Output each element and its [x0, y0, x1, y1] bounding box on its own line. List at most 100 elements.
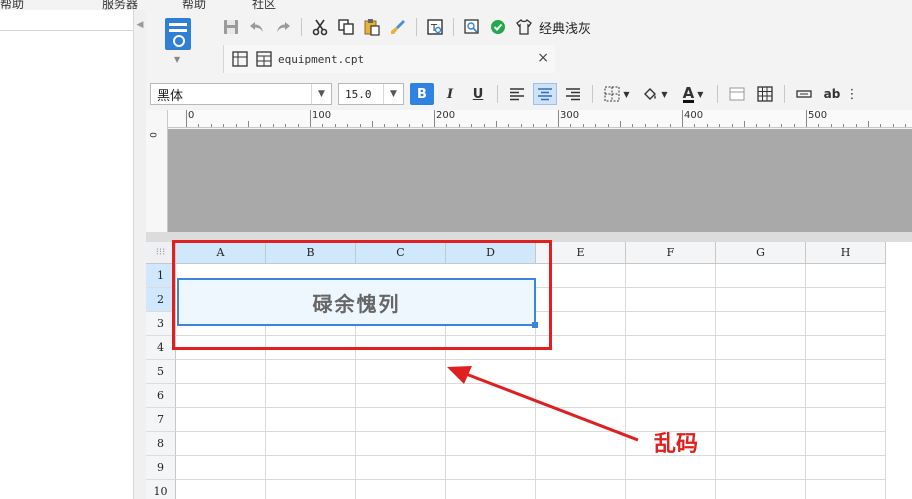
text-field-icon[interactable] — [792, 83, 816, 105]
sheet-cell[interactable] — [536, 432, 626, 456]
sheet-cell[interactable] — [806, 264, 886, 288]
sheet-cell[interactable] — [536, 480, 626, 499]
sheet-cell[interactable] — [356, 360, 446, 384]
theme-label[interactable]: 经典浅灰 — [539, 18, 591, 37]
sheet-cell[interactable] — [356, 408, 446, 432]
save-icon[interactable] — [220, 16, 242, 38]
sheet-cell[interactable] — [266, 408, 356, 432]
column-header-g[interactable]: G — [716, 242, 806, 264]
row-header-5[interactable]: 5 — [146, 360, 176, 384]
sheet-cell[interactable] — [716, 336, 806, 360]
collapse-sidebar-icon[interactable]: ◀ — [134, 17, 146, 33]
sheet-cell[interactable] — [806, 384, 886, 408]
sheet-cell[interactable] — [716, 384, 806, 408]
fill-color-icon[interactable]: ▼ — [638, 83, 672, 105]
sheet-cell[interactable] — [446, 456, 536, 480]
sheet-cell[interactable] — [446, 360, 536, 384]
sheet-cell[interactable] — [356, 456, 446, 480]
check-icon[interactable] — [487, 16, 509, 38]
sheet-cell[interactable] — [806, 336, 886, 360]
cell-style-icon[interactable] — [725, 83, 749, 105]
sheet-cell[interactable] — [356, 384, 446, 408]
sheet-cell[interactable] — [266, 384, 356, 408]
sheet-cell[interactable] — [806, 432, 886, 456]
border-icon[interactable]: ▼ — [600, 83, 634, 105]
sheet-cell[interactable] — [356, 480, 446, 499]
copy-icon[interactable] — [335, 16, 357, 38]
sheet-cell[interactable] — [176, 408, 266, 432]
sheet-cell[interactable] — [536, 456, 626, 480]
sheet-cell[interactable] — [446, 432, 536, 456]
menu-item[interactable]: 服务器 — [102, 0, 138, 10]
format-painter-icon[interactable] — [387, 16, 409, 38]
sheet-cell[interactable] — [626, 312, 716, 336]
row-header-9[interactable]: 9 — [146, 456, 176, 480]
sheet-cell[interactable] — [446, 384, 536, 408]
sheet-cell[interactable] — [446, 408, 536, 432]
sheet-cell[interactable] — [626, 480, 716, 499]
tab-equipment[interactable]: equipment.cpt × — [223, 45, 555, 73]
sheet-cell[interactable] — [806, 456, 886, 480]
theme-shirt-icon[interactable] — [513, 16, 535, 38]
cut-icon[interactable] — [309, 16, 331, 38]
column-header-f[interactable]: F — [626, 242, 716, 264]
sheet-cell[interactable] — [536, 360, 626, 384]
sheet-cell[interactable] — [806, 480, 886, 499]
bold-button[interactable]: B — [410, 83, 434, 105]
sheet-cell[interactable] — [176, 432, 266, 456]
align-center-icon[interactable] — [533, 83, 557, 105]
sheet-cell[interactable] — [356, 432, 446, 456]
menu-item[interactable]: 社区 — [252, 0, 276, 10]
font-family-select[interactable]: 黑体 ▼ — [150, 83, 332, 105]
sheet-cell[interactable] — [626, 360, 716, 384]
new-template-button[interactable]: ▼ — [162, 18, 194, 66]
font-size-select[interactable]: 15.0 ▼ — [338, 83, 404, 105]
align-right-icon[interactable] — [561, 83, 585, 105]
menu-item[interactable]: 帮助 — [0, 0, 24, 10]
sheet-cell[interactable] — [716, 312, 806, 336]
sheet-cell[interactable] — [806, 312, 886, 336]
sheet-cell[interactable] — [716, 456, 806, 480]
menu-item[interactable]: 帮助 — [182, 0, 206, 10]
sheet-cell[interactable] — [266, 456, 356, 480]
sheet-cell[interactable] — [806, 288, 886, 312]
template-preview-icon[interactable]: T — [424, 16, 446, 38]
row-header-8[interactable]: 8 — [146, 432, 176, 456]
search-preview-icon[interactable] — [461, 16, 483, 38]
sheet-cell[interactable] — [626, 456, 716, 480]
sheet-cell[interactable] — [716, 480, 806, 499]
sheet-cell[interactable] — [806, 408, 886, 432]
row-header-6[interactable]: 6 — [146, 384, 176, 408]
sheet-cell[interactable] — [626, 336, 716, 360]
more-icon[interactable]: ⋮ — [846, 83, 859, 105]
row-header-10[interactable]: 10 — [146, 480, 176, 499]
sheet-cell[interactable] — [626, 288, 716, 312]
undo-icon[interactable] — [246, 16, 268, 38]
table-icon[interactable] — [753, 83, 777, 105]
underline-button[interactable]: U — [466, 83, 490, 105]
row-header-7[interactable]: 7 — [146, 408, 176, 432]
close-icon[interactable]: × — [537, 50, 549, 66]
text-color-icon[interactable]: A ▼ — [676, 83, 710, 105]
sheet-cell[interactable] — [626, 264, 716, 288]
sheet-cell[interactable] — [716, 408, 806, 432]
chevron-down-icon[interactable]: ▼ — [174, 55, 180, 64]
ab-text-button[interactable]: ab — [820, 83, 844, 105]
align-left-icon[interactable] — [505, 83, 529, 105]
sheet-cell[interactable] — [176, 360, 266, 384]
column-header-h[interactable]: H — [806, 242, 886, 264]
sheet-cell[interactable] — [716, 288, 806, 312]
sheet-cell[interactable] — [536, 408, 626, 432]
sheet-cell[interactable] — [716, 432, 806, 456]
sheet-cell[interactable] — [716, 360, 806, 384]
sheet-cell[interactable] — [266, 432, 356, 456]
sheet-cell[interactable] — [536, 384, 626, 408]
sheet-cell[interactable] — [716, 264, 806, 288]
sheet-cell[interactable] — [446, 480, 536, 499]
sheet-cell[interactable] — [176, 384, 266, 408]
redo-icon[interactable] — [272, 16, 294, 38]
sheet-cell[interactable] — [266, 360, 356, 384]
sheet-cell[interactable] — [266, 480, 356, 499]
italic-button[interactable]: I — [438, 83, 462, 105]
sheet-cell[interactable] — [806, 360, 886, 384]
